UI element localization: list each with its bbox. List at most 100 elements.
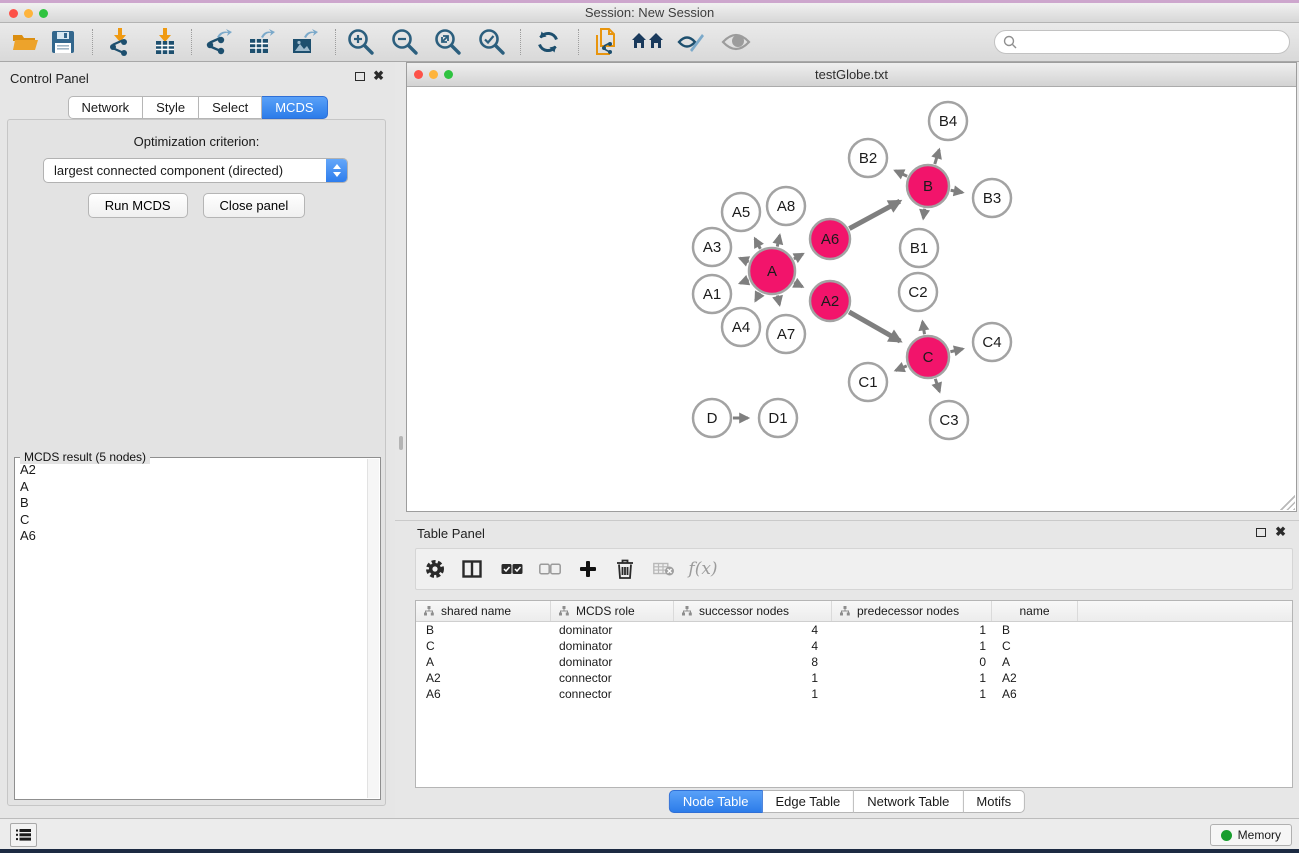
style-visibility-button[interactable] [676,30,706,54]
tab-motifs[interactable]: Motifs [963,790,1025,813]
duplicate-network-button[interactable] [593,27,619,57]
criterion-select[interactable]: largest connected component (directed) [43,158,348,183]
edge-C-C1[interactable] [896,366,907,371]
graph-node-C4[interactable]: C4 [973,323,1011,361]
graph-node-C2[interactable]: C2 [899,273,937,311]
graph-node-B1[interactable]: B1 [900,229,938,267]
graph-node-B4[interactable]: B4 [929,102,967,140]
edge-A-A4[interactable] [756,293,760,301]
graph-node-B3[interactable]: B3 [973,179,1011,217]
import-network-button[interactable] [107,28,133,56]
edge-A-A7[interactable] [777,295,779,304]
graph-node-A1[interactable]: A1 [693,275,731,313]
table-row[interactable]: Adominator80A [416,654,1292,670]
float-table-panel-icon[interactable] [1256,528,1266,537]
search-input[interactable] [1022,33,1289,51]
graph-node-A[interactable]: A [749,248,795,294]
apply-layout-button[interactable] [535,29,561,55]
window-titlebar[interactable]: Session: New Session [0,3,1299,23]
tab-edge-table[interactable]: Edge Table [762,790,854,813]
graph-node-A3[interactable]: A3 [693,228,731,266]
import-table-button[interactable] [152,28,178,56]
result-scrollbar[interactable] [367,459,379,798]
edge-A-A6[interactable] [794,254,803,259]
table-row[interactable]: A6connector11A6 [416,686,1292,702]
select-all-button[interactable] [501,564,523,575]
tab-network[interactable]: Network [67,96,143,119]
open-session-button[interactable] [11,30,39,54]
export-table-button[interactable] [247,28,275,56]
edge-A-A2[interactable] [794,282,802,286]
show-hide-button[interactable] [721,32,751,52]
zoom-selected-button[interactable] [478,28,506,56]
graph-node-B[interactable]: B [907,165,949,207]
edge-A-A3[interactable] [740,258,749,262]
edge-A-A5[interactable] [755,239,760,249]
home-button[interactable] [631,31,665,53]
graph-node-C3[interactable]: C3 [930,401,968,439]
graph-node-A7[interactable]: A7 [767,315,805,353]
edge-B-B4[interactable] [935,150,939,164]
delete-table-button[interactable] [653,562,675,577]
edge-C-C3[interactable] [935,379,939,392]
edge-A-A1[interactable] [740,280,749,283]
graph-node-C[interactable]: C [907,336,949,378]
graph-node-B2[interactable]: B2 [849,139,887,177]
column-header-shared-name[interactable]: shared name [416,601,551,621]
zoom-out-button[interactable] [391,28,419,56]
graph-node-A8[interactable]: A8 [767,187,805,225]
create-column-button[interactable] [579,560,597,578]
network-window-titlebar[interactable]: testGlobe.txt [407,63,1296,87]
pane-scrollbar-thumb[interactable] [399,436,403,450]
graph-node-D[interactable]: D [693,399,731,437]
tab-select[interactable]: Select [199,96,262,119]
edge-B-B3[interactable] [951,190,963,192]
table-row[interactable]: Cdominator41C [416,638,1292,654]
table-row[interactable]: A2connector11A2 [416,670,1292,686]
edge-A-A8[interactable] [777,235,779,246]
export-network-button[interactable] [204,28,232,56]
result-item[interactable]: A6 [20,528,364,545]
result-item[interactable]: B [20,495,364,512]
close-table-panel-icon[interactable]: ✖ [1275,524,1286,540]
column-header-predecessor-nodes[interactable]: predecessor nodes [832,601,992,621]
run-mcds-button[interactable]: Run MCDS [88,193,188,218]
task-history-button[interactable] [10,823,37,847]
network-canvas[interactable]: B4 B2 B B3 A5A8A6 A3 B1 A C2 A1 A2 A4A7 C4 C C1 D D1 C3 [407,88,1296,511]
tab-network-table[interactable]: Network Table [854,790,963,813]
edge-C-C4[interactable] [950,349,962,352]
table-row[interactable]: Bdominator41B [416,622,1292,638]
save-session-button[interactable] [51,30,75,54]
edge-A2-C[interactable] [849,312,900,341]
graph-node-A5[interactable]: A5 [722,193,760,231]
zoom-fit-button[interactable] [434,28,462,56]
result-item[interactable]: A [20,479,364,496]
graph-node-A4[interactable]: A4 [722,308,760,346]
edge-C-C2[interactable] [923,322,925,335]
delete-column-button[interactable] [617,559,634,579]
close-panel-icon[interactable]: ✖ [373,68,384,84]
column-header-MCDS-role[interactable]: MCDS role [551,601,674,621]
edge-A6-B[interactable] [849,201,900,228]
table-settings-button[interactable] [424,558,446,580]
show-columns-button[interactable] [462,560,482,578]
result-item[interactable]: C [20,512,364,529]
graph-node-C1[interactable]: C1 [849,363,887,401]
function-builder-button[interactable]: f(x) [688,559,717,579]
tab-style[interactable]: Style [143,96,199,119]
graph-node-D1[interactable]: D1 [759,399,797,437]
export-image-button[interactable] [290,28,318,56]
graph-node-A2[interactable]: A2 [810,281,850,321]
deselect-all-button[interactable] [539,564,561,575]
column-header-successor-nodes[interactable]: successor nodes [674,601,832,621]
graph-node-A6[interactable]: A6 [810,219,850,259]
close-panel-button[interactable]: Close panel [203,193,306,218]
tab-node-table[interactable]: Node Table [669,790,763,813]
mcds-result-list[interactable]: A2ABCA6 [20,462,364,797]
zoom-in-button[interactable] [347,28,375,56]
edge-B-B1[interactable] [923,209,924,219]
search-field[interactable] [994,30,1290,54]
memory-button[interactable]: Memory [1210,824,1292,846]
tab-mcds[interactable]: MCDS [262,96,327,119]
column-header-name[interactable]: name [992,601,1078,621]
